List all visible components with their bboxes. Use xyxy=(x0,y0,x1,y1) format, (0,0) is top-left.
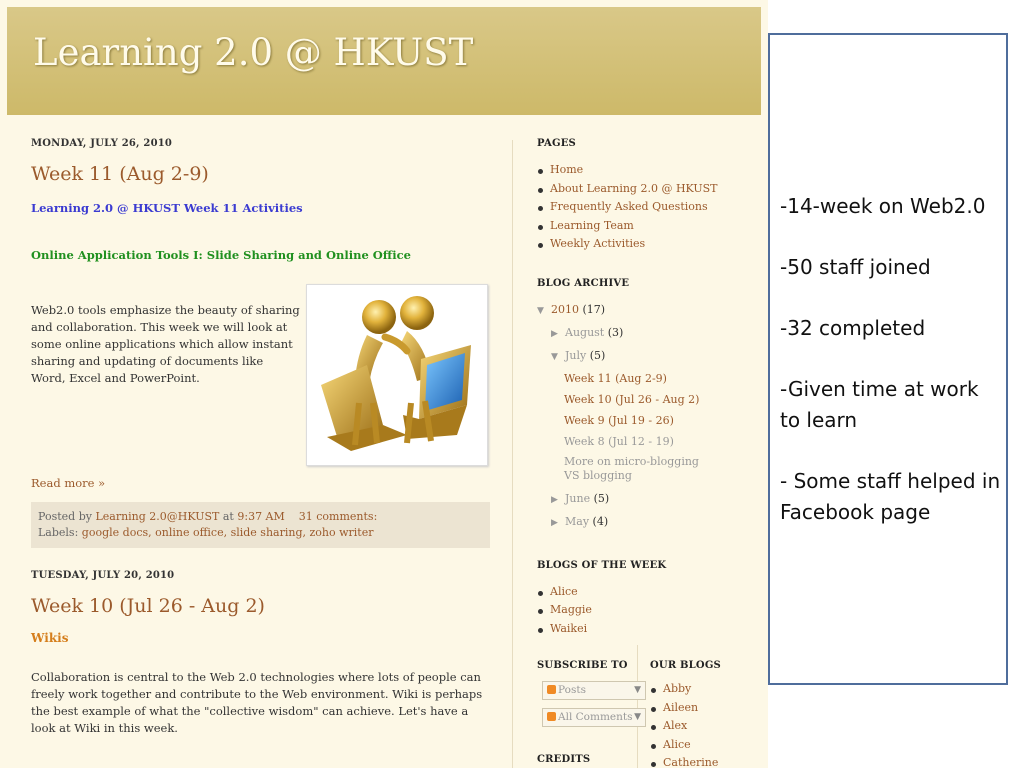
sidebar-bottom: SUBSCRIBE TO Posts ▼ All Comments ▼ CREDIT… xyxy=(537,660,757,768)
chevron-down-icon: ▼ xyxy=(634,685,641,695)
blog-link[interactable]: Aileen xyxy=(650,699,750,718)
slide-bullet: - Some staff helped in Facebook page xyxy=(780,469,1001,524)
archive-month-june[interactable]: ▶ June (5) xyxy=(537,488,757,511)
our-blogs-heading: OUR BLOGS xyxy=(650,660,721,671)
page-link-about[interactable]: About Learning 2.0 @ HKUST xyxy=(537,180,757,199)
post-footer: Posted by Learning 2.0@HKUST at 9:37 AM … xyxy=(31,502,490,548)
blog-link[interactable]: Abby xyxy=(650,680,750,699)
comments-link[interactable]: 31 comments: xyxy=(299,510,378,523)
post-title[interactable]: Week 11 (Aug 2-9) xyxy=(31,163,491,185)
slide-bullet: -32 completed xyxy=(780,316,926,340)
at-label: at xyxy=(222,510,234,523)
blog-header: Learning 2.0 @ HKUST xyxy=(7,7,761,115)
triangle-right-icon[interactable]: ▶ xyxy=(551,324,565,345)
page-link-activities[interactable]: Weekly Activities xyxy=(537,235,757,254)
archive-month-july[interactable]: ▼ July (5) xyxy=(537,345,757,368)
triangle-down-icon[interactable]: ▼ xyxy=(537,301,551,322)
blog-screenshot: Learning 2.0 @ HKUST MONDAY, JULY 26, 20… xyxy=(0,0,768,768)
activities-link[interactable]: Learning 2.0 @ HKUST Week 11 Activities xyxy=(31,201,491,215)
blog-title[interactable]: Learning 2.0 @ HKUST xyxy=(33,31,473,74)
slide-text-panel: -14-week on Web2.0 -50 staff joined -32 … xyxy=(768,33,1008,685)
post-body: Web2.0 tools emphasize the beauty of sha… xyxy=(31,284,491,466)
blogs-of-week-heading: BLOGS OF THE WEEK xyxy=(537,559,667,571)
time-link[interactable]: 9:37 AM xyxy=(237,510,284,523)
slide-bullet: -50 staff joined xyxy=(780,255,931,279)
blog-link[interactable]: Waikei xyxy=(537,620,757,639)
blog-archive: ▼ 2010 (17) ▶ August (3) ▼ July (5) Week 11… xyxy=(537,299,757,534)
page-link-faq[interactable]: Frequently Asked Questions xyxy=(537,198,757,217)
pages-list: Home About Learning 2.0 @ HKUST Frequent… xyxy=(537,161,757,254)
rss-icon xyxy=(547,685,556,694)
archive-post[interactable]: Week 11 (Aug 2-9) xyxy=(537,368,757,389)
blogs-of-week-list: Alice Maggie Waikei xyxy=(537,583,757,639)
chevron-down-icon: ▼ xyxy=(634,712,641,722)
pages-heading: PAGES xyxy=(537,138,576,149)
section-link[interactable]: Online Application Tools I: Slide Sharin… xyxy=(31,248,491,262)
archive-heading: BLOG ARCHIVE xyxy=(537,277,630,289)
page-link-home[interactable]: Home xyxy=(537,161,757,180)
post-text: Web2.0 tools emphasize the beauty of sha… xyxy=(31,303,300,385)
triangle-right-icon[interactable]: ▶ xyxy=(551,490,565,511)
archive-post[interactable]: Week 10 (Jul 26 - Aug 2) xyxy=(537,389,757,410)
post-title[interactable]: Week 10 (Jul 26 - Aug 2) xyxy=(31,595,491,617)
archive-post[interactable]: More on micro-blogging VS blogging xyxy=(537,455,714,483)
slide-bullets: -14-week on Web2.0 -50 staff joined -32 … xyxy=(780,191,1002,558)
labels-links[interactable]: google docs, online office, slide sharin… xyxy=(82,526,374,539)
credits-heading: CREDITS xyxy=(537,754,591,765)
labels-label: Labels: xyxy=(38,526,79,539)
archive-month-may[interactable]: ▶ May (4) xyxy=(537,511,757,534)
archive-year[interactable]: ▼ 2010 (17) xyxy=(537,299,757,322)
post-image[interactable] xyxy=(306,284,488,466)
archive-month-august[interactable]: ▶ August (3) xyxy=(537,322,757,345)
subscribe-heading: SUBSCRIBE TO xyxy=(537,660,628,671)
blog-link[interactable]: Alice xyxy=(650,736,750,755)
triangle-right-icon[interactable]: ▶ xyxy=(551,513,565,534)
blog-link[interactable]: Catherine xyxy=(650,754,750,768)
archive-post[interactable]: Week 8 (Jul 12 - 19) xyxy=(537,431,757,452)
slide-bullet: -Given time at work to learn xyxy=(780,377,979,432)
subscribe-section: SUBSCRIBE TO Posts ▼ All Comments ▼ CREDIT… xyxy=(537,660,647,765)
sidebar: PAGES Home About Learning 2.0 @ HKUST Fr… xyxy=(537,138,757,768)
page-link-team[interactable]: Learning Team xyxy=(537,217,757,236)
posted-by-label: Posted by xyxy=(38,510,92,523)
our-blogs-list: Abby Aileen Alex Alice Catherine xyxy=(650,680,750,768)
triangle-down-icon[interactable]: ▼ xyxy=(551,347,565,368)
archive-post[interactable]: Week 9 (Jul 19 - 26) xyxy=(537,410,757,431)
golden-figures-laptops-image xyxy=(321,296,471,451)
slide-bullet: -14-week on Web2.0 xyxy=(780,194,986,218)
post-text: Collaboration is central to the Web 2.0 … xyxy=(31,670,483,735)
section-heading: Wikis xyxy=(31,631,69,645)
post-date: MONDAY, JULY 26, 2010 xyxy=(31,138,173,149)
subscribe-posts-dropdown[interactable]: Posts ▼ xyxy=(542,681,646,700)
blog-link[interactable]: Alice xyxy=(537,583,757,602)
column-divider xyxy=(512,140,513,768)
rss-icon xyxy=(547,712,556,721)
author-link[interactable]: Learning 2.0@HKUST xyxy=(95,510,219,523)
blog-link[interactable]: Alex xyxy=(650,717,750,736)
subscribe-comments-dropdown[interactable]: All Comments ▼ xyxy=(542,708,646,727)
read-more-link[interactable]: Read more » xyxy=(31,476,491,490)
post-date: TUESDAY, JULY 20, 2010 xyxy=(31,570,175,581)
main-column: MONDAY, JULY 26, 2010 Week 11 (Aug 2-9) … xyxy=(31,138,491,737)
our-blogs-section: OUR BLOGS Abby Aileen Alex Alice Catheri… xyxy=(650,660,750,768)
blog-link[interactable]: Maggie xyxy=(537,601,757,620)
